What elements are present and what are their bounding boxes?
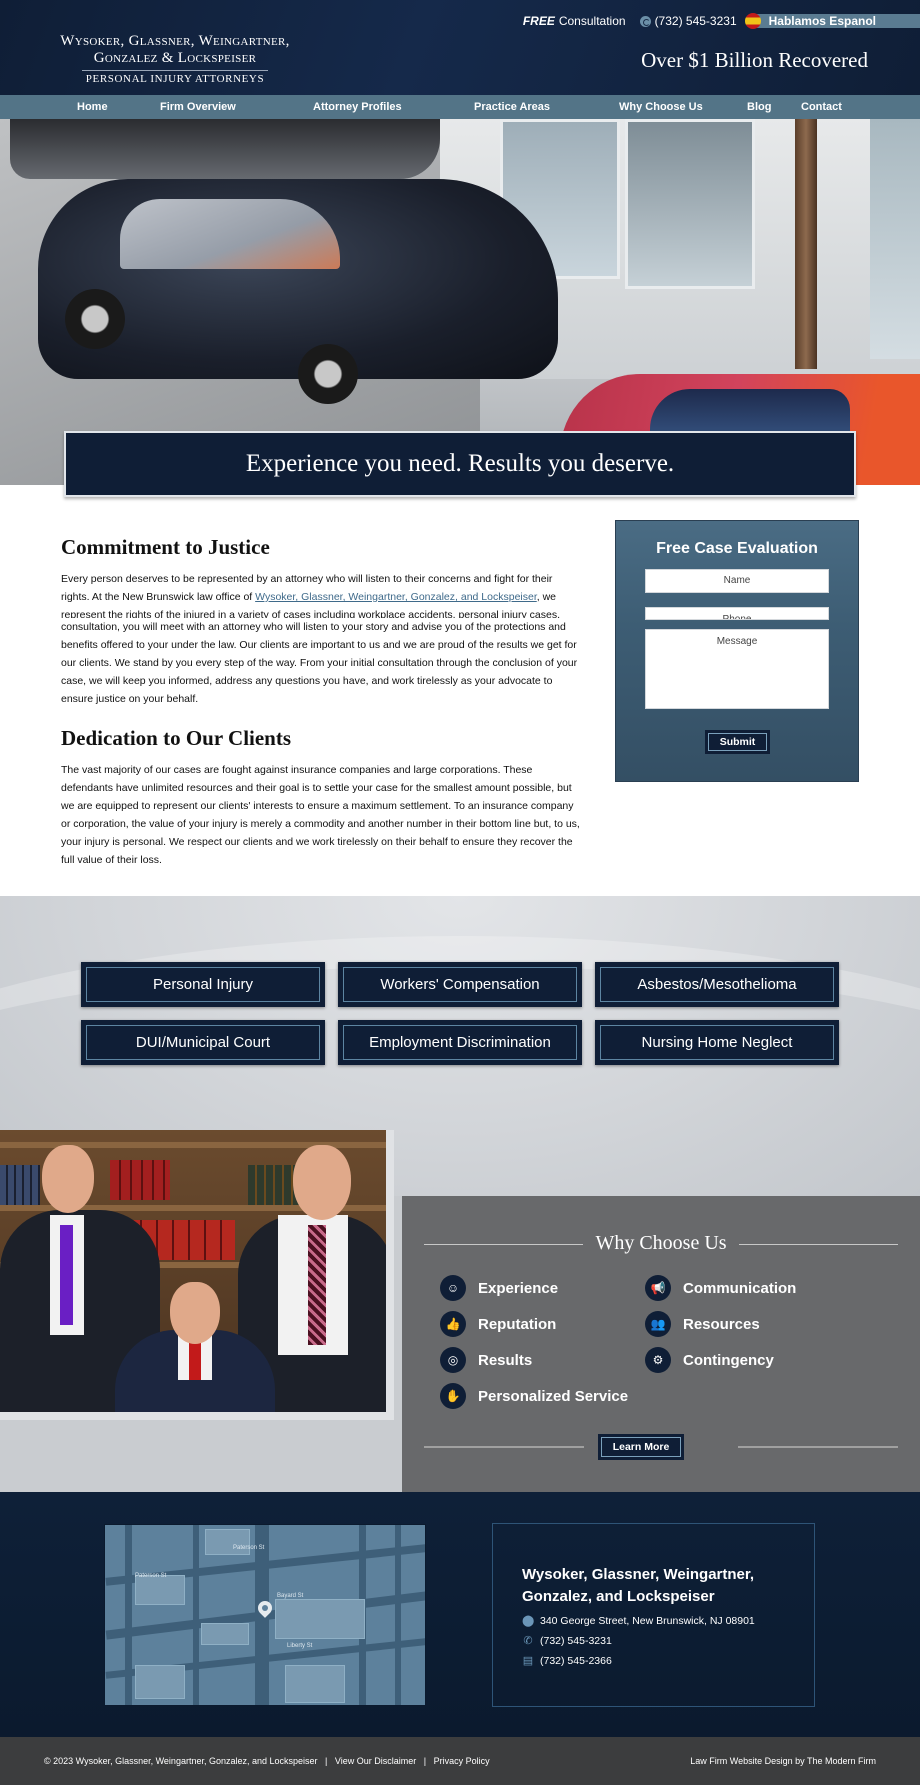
megaphone-icon: 📢 bbox=[645, 1275, 671, 1301]
dedication-heading: Dedication to Our Clients bbox=[61, 726, 292, 750]
why-item-contingency: ⚙ Contingency bbox=[645, 1347, 774, 1373]
consultation-label: Consultation bbox=[558, 14, 626, 28]
practice-personal-injury[interactable]: Personal Injury bbox=[81, 962, 325, 1007]
nav-practice-areas[interactable]: Practice Areas bbox=[474, 95, 550, 119]
site-header: Wysoker, Glassner, Weingartner, Gonzalez… bbox=[0, 0, 920, 95]
clipped-line: represent the rights of the injured in a… bbox=[61, 609, 561, 618]
gear-search-icon: ⚙ bbox=[645, 1347, 671, 1373]
header-phone-link[interactable]: (732) 545-3231 bbox=[655, 14, 737, 28]
practice-dui[interactable]: DUI/Municipal Court bbox=[81, 1020, 325, 1065]
learn-more-button[interactable]: Learn More bbox=[598, 1434, 684, 1460]
firm-logo[interactable]: Wysoker, Glassner, Weingartner, Gonzalez… bbox=[60, 33, 290, 85]
thumbs-up-icon: 👍 bbox=[440, 1311, 466, 1337]
dedication-section: Dedication to Our Clients The vast major… bbox=[61, 726, 581, 869]
practice-asbestos[interactable]: Asbestos/Mesothelioma bbox=[595, 962, 839, 1007]
why-choose-us-panel: Why Choose Us ☺ Experience 📢 Communicati… bbox=[402, 1196, 920, 1492]
form-title: Free Case Evaluation bbox=[656, 540, 818, 557]
nav-home[interactable]: Home bbox=[77, 95, 108, 119]
why-item-resources: 👥 Resources bbox=[645, 1311, 760, 1337]
why-choose-title: Why Choose Us bbox=[402, 1232, 920, 1255]
contact-section: Paterson St Paterson St Bayard St Libert… bbox=[0, 1492, 920, 1737]
attorneys-photo bbox=[0, 1130, 394, 1420]
commitment-heading: Commitment to Justice bbox=[61, 535, 270, 559]
map-label: Liberty St bbox=[287, 1643, 313, 1649]
disclaimer-link[interactable]: View Our Disclaimer bbox=[335, 1756, 416, 1766]
why-item-experience: ☺ Experience bbox=[440, 1275, 558, 1301]
commitment-paragraph-cont: consultation, you will meet with an atto… bbox=[61, 621, 578, 705]
privacy-policy-link[interactable]: Privacy Policy bbox=[434, 1756, 490, 1766]
logo-subtitle: PERSONAL INJURY ATTORNEYS bbox=[85, 73, 265, 85]
header-topbar: FREE Consultation (732) 545-3231 Hablamo… bbox=[523, 12, 920, 30]
free-label: FREE bbox=[522, 14, 555, 28]
spain-flag-icon bbox=[744, 13, 761, 29]
spanish-link[interactable]: Hablamos Espanol bbox=[752, 14, 920, 28]
nav-attorney-profiles[interactable]: Attorney Profiles bbox=[313, 95, 402, 119]
practice-employment-discrimination[interactable]: Employment Discrimination bbox=[338, 1020, 582, 1065]
fax-icon: ▤ bbox=[522, 1655, 534, 1667]
submit-button[interactable]: Submit bbox=[705, 730, 770, 754]
location-pin-icon: ⬤ bbox=[522, 1615, 535, 1627]
hand-person-icon: ✋ bbox=[440, 1383, 466, 1409]
nav-blog[interactable]: Blog bbox=[747, 95, 771, 119]
firm-name-link[interactable]: Wysoker, Glassner, Weingartner, Gonzalez… bbox=[255, 591, 537, 603]
phone-input[interactable]: Phone bbox=[645, 607, 829, 620]
logo-line-2: Gonzalez & Lockspeiser bbox=[93, 50, 257, 66]
dedication-paragraph: The vast majority of our cases are fough… bbox=[61, 764, 580, 866]
hero-banner: Experience you need. Results you deserve… bbox=[64, 431, 856, 497]
target-icon: ◎ bbox=[440, 1347, 466, 1373]
why-item-reputation: 👍 Reputation bbox=[440, 1311, 556, 1337]
why-item-communication: 📢 Communication bbox=[645, 1275, 796, 1301]
why-item-results: ◎ Results bbox=[440, 1347, 532, 1373]
header-tagline: Over $1 Billion Recovered bbox=[641, 48, 868, 72]
commitment-paragraph: Every person deserves to be represented … bbox=[61, 573, 557, 603]
name-input[interactable]: Name bbox=[645, 569, 829, 593]
map-label: Paterson St bbox=[135, 1573, 167, 1579]
phone-icon bbox=[639, 15, 651, 27]
footer-left: © 2023 Wysoker, Glassner, Weingartner, G… bbox=[44, 1756, 490, 1766]
contact-fax: ▤ (732) 545-2366 bbox=[522, 1654, 612, 1668]
nav-contact[interactable]: Contact bbox=[801, 95, 842, 119]
copyright-text: © 2023 Wysoker, Glassner, Weingartner, G… bbox=[44, 1756, 318, 1766]
practice-workers-compensation[interactable]: Workers' Compensation bbox=[338, 962, 582, 1007]
why-item-personalized-service: ✋ Personalized Service bbox=[440, 1383, 628, 1409]
footer-bar: © 2023 Wysoker, Glassner, Weingartner, G… bbox=[0, 1737, 920, 1785]
phone-icon: ✆ bbox=[523, 1635, 533, 1647]
case-evaluation-form: Free Case Evaluation Name Phone Message … bbox=[615, 520, 859, 782]
contact-firm-name: Wysoker, Glassner, Weingartner, Gonzalez… bbox=[522, 1566, 755, 1605]
main-nav: Home Firm Overview Attorney Profiles Pra… bbox=[0, 95, 920, 119]
logo-line-1: Wysoker, Glassner, Weingartner, bbox=[60, 33, 290, 49]
learn-more-row: Learn More bbox=[424, 1434, 898, 1460]
contact-address[interactable]: ⬤ 340 George Street, New Brunswick, NJ 0… bbox=[522, 1614, 755, 1628]
logo-divider bbox=[82, 70, 268, 71]
design-credit-link[interactable]: Law Firm Website Design by The Modern Fi… bbox=[690, 1756, 876, 1766]
practice-nursing-home[interactable]: Nursing Home Neglect bbox=[595, 1020, 839, 1065]
people-icon: 👥 bbox=[645, 1311, 671, 1337]
hero-banner-text: Experience you need. Results you deserve… bbox=[245, 450, 675, 477]
commitment-section: Commitment to Justice Every person deser… bbox=[61, 535, 581, 708]
contact-info-box: Wysoker, Glassner, Weingartner, Gonzalez… bbox=[492, 1523, 815, 1707]
message-textarea[interactable]: Message bbox=[645, 629, 829, 709]
nav-why-choose-us[interactable]: Why Choose Us bbox=[619, 95, 703, 119]
location-map[interactable]: Paterson St Paterson St Bayard St Libert… bbox=[104, 1524, 426, 1706]
nav-firm-overview[interactable]: Firm Overview bbox=[160, 95, 236, 119]
map-label: Bayard St bbox=[277, 1593, 304, 1599]
map-label: Paterson St bbox=[233, 1545, 265, 1551]
brain-head-icon: ☺ bbox=[440, 1275, 466, 1301]
contact-phone[interactable]: ✆ (732) 545-3231 bbox=[522, 1634, 611, 1648]
